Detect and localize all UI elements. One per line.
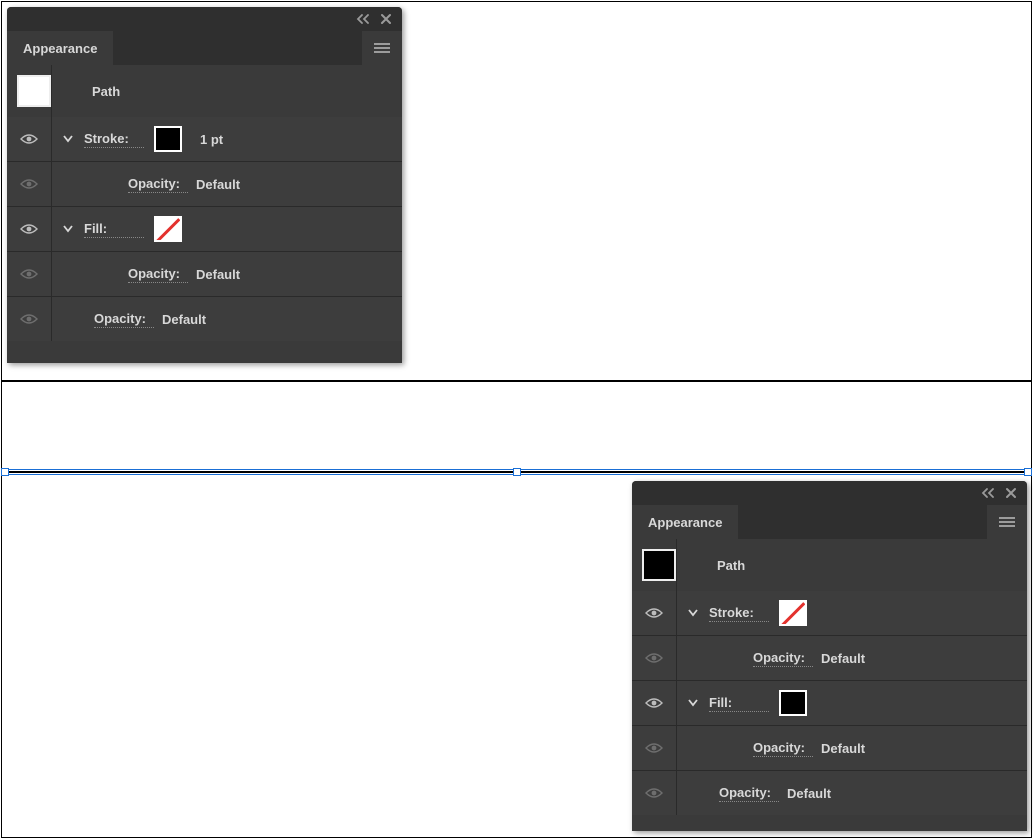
panel-top-strip (7, 7, 402, 31)
expand-toggle[interactable] (677, 698, 709, 708)
opacity-label[interactable]: Opacity: (128, 266, 188, 283)
panel-menu-button[interactable] (362, 31, 402, 65)
opacity-label[interactable]: Opacity: (719, 785, 779, 802)
collapse-icon[interactable] (356, 14, 370, 24)
stroke-row[interactable]: Stroke: (632, 591, 1027, 635)
appearance-panel-b: Appearance Path Stroke: (632, 481, 1027, 831)
fill-opacity-row[interactable]: Opacity: Default (7, 251, 402, 296)
fill-color-swatch[interactable] (154, 216, 182, 242)
close-icon[interactable] (1005, 487, 1017, 499)
stroke-label[interactable]: Stroke: (709, 605, 769, 622)
object-header-row: Path (632, 539, 1027, 591)
object-header-row: Path (7, 65, 402, 117)
fill-row[interactable]: Fill: (632, 680, 1027, 725)
fill-label[interactable]: Fill: (84, 221, 144, 238)
stroke-color-swatch[interactable] (779, 600, 807, 626)
stroke-label[interactable]: Stroke: (84, 131, 144, 148)
opacity-value: Default (821, 651, 865, 666)
menu-icon (373, 42, 391, 54)
stroke-opacity-row[interactable]: Opacity: Default (632, 635, 1027, 680)
opacity-value: Default (196, 177, 240, 192)
object-opacity-row[interactable]: Opacity: Default (632, 770, 1027, 815)
drawn-path-2-selected[interactable] (2, 469, 1031, 475)
tab-label: Appearance (23, 41, 97, 56)
selection-handle-middle[interactable] (513, 468, 521, 476)
path-fill-line (2, 471, 1031, 473)
document-frame: Appearance Path Stroke: (1, 1, 1032, 838)
tab-label: Appearance (648, 515, 722, 530)
collapse-icon[interactable] (981, 488, 995, 498)
selection-bounding-box (2, 469, 1031, 475)
chevron-down-icon (62, 134, 74, 144)
chevron-down-icon (687, 698, 699, 708)
object-thumbnail[interactable] (642, 549, 676, 581)
visibility-eye-icon[interactable] (20, 313, 38, 325)
fill-label[interactable]: Fill: (709, 695, 769, 712)
appearance-rows: Stroke: 1 pt Opacity: Default (7, 117, 402, 341)
drawn-path-1[interactable] (2, 380, 1031, 382)
panel-menu-button[interactable] (987, 505, 1027, 539)
expand-toggle[interactable] (677, 608, 709, 618)
fill-color-swatch[interactable] (779, 690, 807, 716)
opacity-value: Default (162, 312, 206, 327)
appearance-rows: Stroke: Opacity: Default Fill (632, 591, 1027, 815)
stroke-weight-value[interactable]: 1 pt (200, 132, 223, 147)
opacity-value: Default (196, 267, 240, 282)
opacity-value: Default (787, 786, 831, 801)
visibility-eye-icon[interactable] (645, 607, 663, 619)
opacity-label[interactable]: Opacity: (753, 740, 813, 757)
visibility-eye-icon[interactable] (645, 742, 663, 754)
opacity-value: Default (821, 741, 865, 756)
expand-toggle[interactable] (52, 224, 84, 234)
visibility-eye-icon[interactable] (645, 787, 663, 799)
fill-row[interactable]: Fill: (7, 206, 402, 251)
opacity-label[interactable]: Opacity: (128, 176, 188, 193)
visibility-eye-icon[interactable] (20, 178, 38, 190)
close-icon[interactable] (380, 13, 392, 25)
chevron-down-icon (687, 608, 699, 618)
chevron-down-icon (62, 224, 74, 234)
panel-tab-bar: Appearance (632, 505, 1027, 539)
fill-opacity-row[interactable]: Opacity: Default (632, 725, 1027, 770)
stroke-color-swatch[interactable] (154, 126, 182, 152)
eye-column-spacer (632, 539, 677, 591)
appearance-tab[interactable]: Appearance (632, 505, 738, 539)
visibility-eye-icon[interactable] (645, 652, 663, 664)
stroke-row[interactable]: Stroke: 1 pt (7, 117, 402, 161)
object-opacity-row[interactable]: Opacity: Default (7, 296, 402, 341)
object-type-label: Path (717, 558, 745, 573)
eye-column-spacer (7, 65, 52, 117)
selection-handle-left[interactable] (1, 468, 9, 476)
appearance-tab[interactable]: Appearance (7, 31, 113, 65)
panel-tab-bar: Appearance (7, 31, 402, 65)
visibility-eye-icon[interactable] (20, 133, 38, 145)
object-type-label: Path (92, 84, 120, 99)
selection-handle-right[interactable] (1024, 468, 1032, 476)
visibility-eye-icon[interactable] (20, 268, 38, 280)
panel-top-strip (632, 481, 1027, 505)
stroke-opacity-row[interactable]: Opacity: Default (7, 161, 402, 206)
visibility-eye-icon[interactable] (645, 697, 663, 709)
expand-toggle[interactable] (52, 134, 84, 144)
visibility-eye-icon[interactable] (20, 223, 38, 235)
object-thumbnail[interactable] (17, 75, 51, 107)
appearance-panel-a: Appearance Path Stroke: (7, 7, 402, 363)
opacity-label[interactable]: Opacity: (94, 311, 154, 328)
menu-icon (998, 516, 1016, 528)
opacity-label[interactable]: Opacity: (753, 650, 813, 667)
